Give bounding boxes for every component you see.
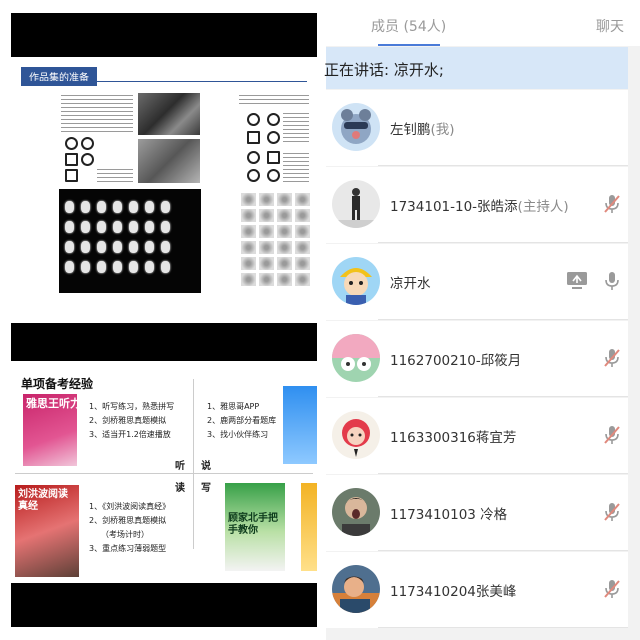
member-name: 1173410103 冷格 (390, 507, 508, 523)
member-name: 凉开水 (390, 276, 431, 292)
model-sketch-grid (241, 193, 313, 289)
mic-muted-icon[interactable] (602, 424, 622, 446)
member-row[interactable]: 1173410204张美峰 (326, 552, 628, 628)
diagram-symbol (247, 131, 260, 144)
row-divider (378, 165, 628, 166)
page-text-block (61, 95, 133, 135)
skill-listen: 听 (175, 461, 185, 472)
divider (15, 473, 313, 474)
avatar (332, 488, 380, 536)
tab-active-indicator (378, 44, 440, 46)
speaking-banner: 正在讲话: 凉开水; (324, 47, 628, 89)
mic-muted-icon[interactable] (602, 347, 622, 369)
diagram-symbol (81, 153, 94, 166)
row-divider (378, 473, 628, 474)
member-name: 左钊鹏(我) (390, 122, 455, 138)
reading-tips: 1、《刘洪波阅读真经》 2、剑桥雅思真题模拟 （考场计时） 3、重点练习薄弱题型 (89, 502, 171, 553)
slide-black-bar (11, 583, 317, 627)
book-writing-2 (301, 483, 317, 571)
book-writing: 顾家北手把手教你 (225, 483, 285, 571)
page-text-block (239, 95, 309, 107)
avatar (332, 334, 380, 382)
slide-black-bar (11, 13, 317, 57)
speaking-text: 正在讲话: 凉开水; (324, 61, 444, 79)
avatar (332, 180, 380, 228)
slide-portfolio: 作品集的准备 (11, 13, 317, 315)
member-name: 1163300316蒋宜芳 (390, 430, 517, 446)
slide-title: 单项备考经验 (21, 377, 94, 391)
avatar (332, 411, 380, 459)
slide-title-tag: 作品集的准备 (21, 67, 97, 86)
avatar (332, 565, 380, 613)
diagram-symbol (267, 151, 280, 164)
avatar (332, 257, 380, 305)
page-text-block (283, 153, 309, 183)
member-row[interactable]: 凉开水 (326, 244, 628, 320)
row-divider (378, 550, 628, 551)
diagram-symbol (81, 137, 94, 150)
member-name: 1173410204张美峰 (390, 584, 517, 600)
member-row[interactable]: 1734101-10-张皓添(主持人) (326, 167, 628, 243)
model-photo-grid (59, 189, 201, 293)
row-divider (378, 627, 628, 628)
mic-muted-icon[interactable] (602, 193, 622, 215)
diagram-symbol (247, 113, 260, 126)
tab-members[interactable]: 成员 (54人) (371, 16, 446, 36)
site-photo (138, 93, 200, 135)
member-name: 1734101-10-张皓添(主持人) (390, 199, 569, 215)
row-divider (378, 319, 628, 320)
skill-speak: 说 (201, 461, 211, 472)
slide-title-line (21, 81, 307, 82)
book-reading: 刘洪波阅读真经 (15, 485, 79, 577)
diagram-symbol (267, 131, 280, 144)
members-panel: 成员 (54人) 聊天 正在讲话: 凉开水; 左钊鹏(我) 1734101-10… (324, 0, 640, 640)
member-row[interactable]: 1163300316蒋宜芳 (326, 398, 628, 474)
diagram-symbol (65, 169, 78, 182)
member-row[interactable]: 左钊鹏(我) (326, 90, 628, 166)
screen-share-icon[interactable] (566, 271, 588, 291)
member-row[interactable]: 1162700210-邱筱月 (326, 321, 628, 397)
member-name: 1162700210-邱筱月 (390, 353, 522, 369)
page-text-block (283, 113, 309, 143)
avatar (332, 103, 380, 151)
row-divider (378, 396, 628, 397)
divider (193, 379, 194, 549)
diagram-symbol (267, 113, 280, 126)
slide-black-bar (11, 323, 317, 361)
shared-screen: 作品集的准备 单项备考经验 雅思王听力 1、听写练习，熟悉拼写 2、剑桥雅思真题… (0, 0, 326, 640)
diagram-symbol (247, 169, 260, 182)
site-photo (138, 139, 200, 183)
slide-ielts: 单项备考经验 雅思王听力 1、听写练习，熟悉拼写 2、剑桥雅思真题模拟 3、适当… (11, 323, 317, 627)
page-text-block (97, 169, 133, 183)
mic-muted-icon[interactable] (602, 501, 622, 523)
speaking-tips: 1、雅思哥APP 2、鹿两部分看题库 3、找小伙伴练习 (207, 402, 277, 439)
mic-muted-icon[interactable] (602, 578, 622, 600)
row-divider (378, 242, 628, 243)
diagram-symbol (65, 153, 78, 166)
diagram-symbol (267, 169, 280, 182)
mic-icon[interactable] (602, 270, 622, 292)
member-row[interactable]: 1173410103 冷格 (326, 475, 628, 551)
tab-chat[interactable]: 聊天 (596, 16, 624, 36)
app-screenshot (283, 386, 317, 464)
diagram-symbol (247, 151, 260, 164)
skill-write: 写 (201, 483, 211, 494)
diagram-symbol (65, 137, 78, 150)
skill-read: 读 (175, 483, 185, 494)
book-listening: 雅思王听力 (23, 394, 77, 466)
tab-bar: 成员 (54人) 聊天 (326, 0, 640, 46)
listening-tips: 1、听写练习，熟悉拼写 2、剑桥雅思真题模拟 3、适当开1.2倍速播放 (89, 402, 175, 439)
